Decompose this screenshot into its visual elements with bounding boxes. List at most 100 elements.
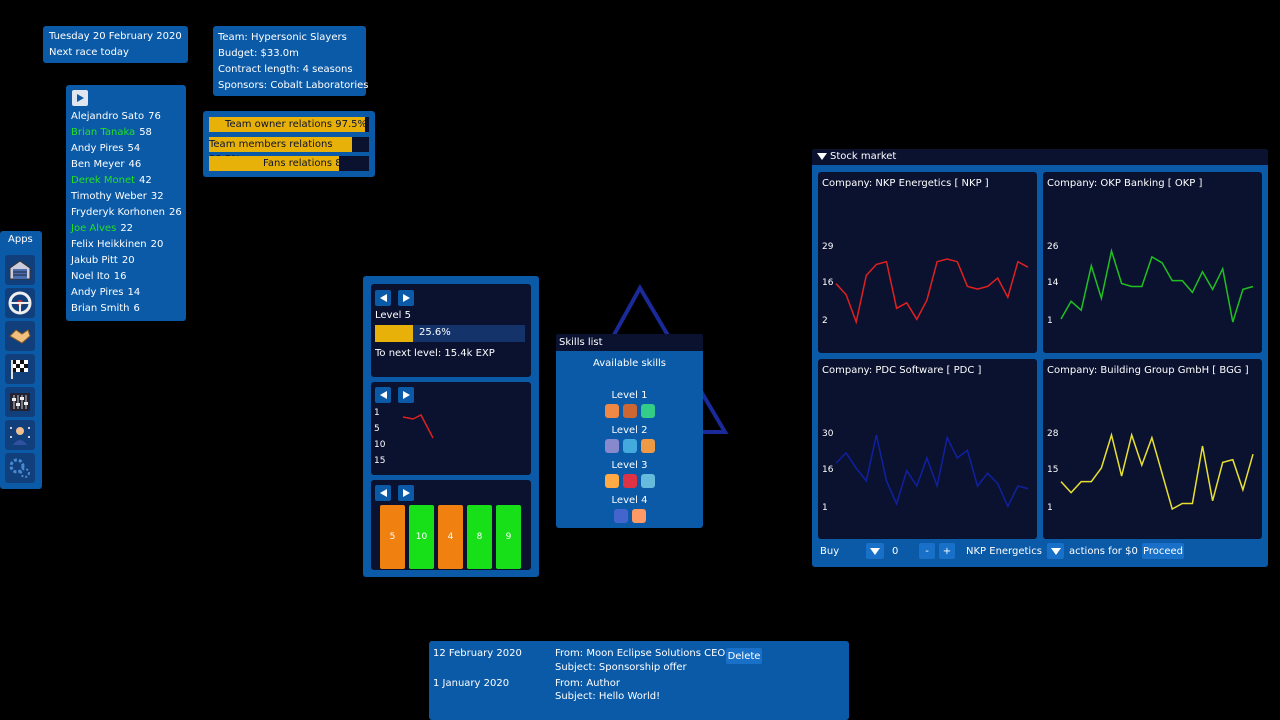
driver-list-item[interactable]: Andy Pires 14	[71, 285, 182, 301]
driver-list-item[interactable]: Alejandro Sato 76	[71, 109, 182, 125]
contract-length: Contract length: 4 seasons	[218, 64, 353, 75]
stats-prev-button[interactable]	[375, 485, 391, 501]
quantity-plus-button[interactable]: +	[939, 543, 955, 559]
position-tick-1: 1	[374, 408, 380, 418]
driver-list-item[interactable]: Derek Monet 42	[71, 173, 182, 189]
driver-list-item[interactable]: Jakub Pitt 20	[71, 253, 182, 269]
stock-line-chart	[1060, 248, 1254, 323]
driver-value: 14	[127, 287, 141, 298]
stock-chart-bgg: Company: Building Group GmbH [ BGG ] 28 15…	[1043, 359, 1262, 539]
skill-icons-row	[556, 474, 703, 495]
buy-sell-label: Buy	[820, 546, 840, 557]
level-progress-section: Level 5 25.6% To next level: 15.4k EXP	[371, 284, 531, 377]
position-chart-section: 1 5 10 15	[371, 382, 531, 475]
play-icon	[76, 94, 84, 102]
apps-sidebar: Apps	[0, 231, 42, 489]
stock-title-bar[interactable]: Stock market	[812, 149, 1268, 165]
available-skills-label: Available skills	[593, 358, 666, 369]
members-relations-bar: Team members relations 89.5%	[209, 137, 369, 165]
heart-skill-icon[interactable]	[622, 474, 637, 488]
driver-list-item[interactable]: Brian Tanaka 58	[71, 125, 182, 141]
stock-line-chart	[835, 258, 1029, 325]
skills-panel: Skills list Available skills Level 1 Leve…	[556, 334, 703, 528]
pie-skill-icon[interactable]	[631, 509, 646, 523]
price-line	[1060, 248, 1254, 323]
skill-levels: Level 1 Level 2 Level 3 Level 4	[556, 390, 703, 528]
driver-value: 42	[139, 175, 152, 186]
steering-wheel-icon[interactable]	[5, 288, 35, 318]
driver-list-item[interactable]: Timothy Weber 32	[71, 189, 182, 205]
date-panel: Tuesday 20 February 2020 Next race today	[43, 26, 188, 63]
skill-level-label: Level 3	[611, 460, 648, 471]
mail-from[interactable]: From: Author	[555, 678, 620, 689]
gears-icon[interactable]	[5, 453, 35, 483]
mail-from[interactable]: From: Moon Eclipse Solutions CEO	[555, 648, 725, 659]
stock-title: Stock market	[830, 151, 897, 162]
driver-name: Andy Pires	[71, 287, 124, 298]
tea-skill-icon[interactable]	[622, 439, 637, 453]
driver-list-item[interactable]: Ben Meyer 46	[71, 157, 182, 173]
quantity-value: 0	[892, 546, 899, 557]
drivers-play-button[interactable]	[72, 90, 88, 106]
driver-value: 22	[120, 223, 134, 234]
collapse-icon[interactable]	[817, 153, 827, 160]
stat-bar: 9	[496, 505, 521, 569]
stat-bar: 4	[438, 505, 463, 569]
lab-skill-icon[interactable]	[640, 474, 655, 488]
buy-sell-dropdown[interactable]	[866, 543, 884, 559]
driver-icon[interactable]	[5, 420, 35, 450]
company-dropdown[interactable]	[1047, 543, 1064, 559]
position-tick-15: 15	[374, 456, 386, 466]
fans-relations-label: Fans relations 81.3%	[263, 158, 367, 169]
skill-icons-row	[556, 509, 703, 528]
chart-skill-icon[interactable]	[613, 509, 628, 523]
arrow-right-icon	[402, 294, 410, 302]
relations-panel: Team owner relations 97.5% Team members …	[203, 111, 375, 177]
driver-value: 20	[150, 239, 164, 250]
driver-name: Ben Meyer	[71, 159, 125, 170]
driver-list-item[interactable]: Noel Ito 16	[71, 269, 182, 285]
level-prev-button[interactable]	[375, 290, 391, 306]
mixer-icon[interactable]	[5, 387, 35, 417]
network-skill-icon[interactable]	[604, 474, 619, 488]
car-skill-icon[interactable]	[622, 404, 637, 418]
book-skill-icon[interactable]	[640, 439, 655, 453]
proceed-button[interactable]: Proceed	[1142, 543, 1184, 559]
owner-relations-label: Team owner relations 97.5%	[225, 119, 367, 130]
driver-list-item[interactable]: Brian Smith 6	[71, 301, 182, 317]
driver-list-item[interactable]: Felix Heikkinen 20	[71, 237, 182, 253]
quantity-minus-button[interactable]: -	[919, 543, 935, 559]
skill-level-label: Level 1	[611, 390, 648, 401]
team-name: Team: Hypersonic Slayers	[218, 32, 347, 43]
handshake-icon[interactable]	[5, 321, 35, 351]
target-skill-icon[interactable]	[604, 404, 619, 418]
driver-list-item[interactable]: Fryderyk Korhonen 26	[71, 205, 182, 221]
owner-relations-bar: Team owner relations 97.5%	[209, 117, 369, 132]
driver-list-item[interactable]: Joe Alves 22	[71, 221, 182, 237]
chart-prev-button[interactable]	[375, 387, 391, 403]
checkered-flag-icon[interactable]	[5, 354, 35, 384]
next-level-exp: To next level: 15.4k EXP	[375, 348, 495, 359]
garage-icon[interactable]	[5, 255, 35, 285]
stats-next-button[interactable]	[398, 485, 414, 501]
stock-line-chart	[1060, 432, 1254, 511]
arrow-left-icon	[379, 294, 387, 302]
mail-subject[interactable]: Subject: Sponsorship offer	[555, 662, 687, 673]
delete-mail-button[interactable]: Delete	[726, 648, 762, 664]
level-progress-label: 25.6%	[419, 327, 451, 338]
firework-skill-icon[interactable]	[640, 404, 655, 418]
chart-next-button[interactable]	[398, 387, 414, 403]
driver-name: Fryderyk Korhonen	[71, 207, 165, 218]
mail-date: 1 January 2020	[433, 678, 510, 689]
plane-skill-icon[interactable]	[604, 439, 619, 453]
level-next-button[interactable]	[398, 290, 414, 306]
mail-subject[interactable]: Subject: Hello World!	[555, 691, 660, 702]
stock-chart-okp: Company: OKP Banking [ OKP ] 26 14 1	[1043, 172, 1262, 353]
driver-value: 54	[127, 143, 141, 154]
price-line	[1060, 432, 1254, 511]
skills-title-bar: Skills list	[556, 334, 703, 351]
driver-list-item[interactable]: Andy Pires 54	[71, 141, 182, 157]
drivers-panel: Alejandro Sato 76 Brian Tanaka 58 Andy Pires…	[66, 85, 186, 321]
arrow-right-icon	[402, 489, 410, 497]
driver-value: 32	[150, 191, 164, 202]
